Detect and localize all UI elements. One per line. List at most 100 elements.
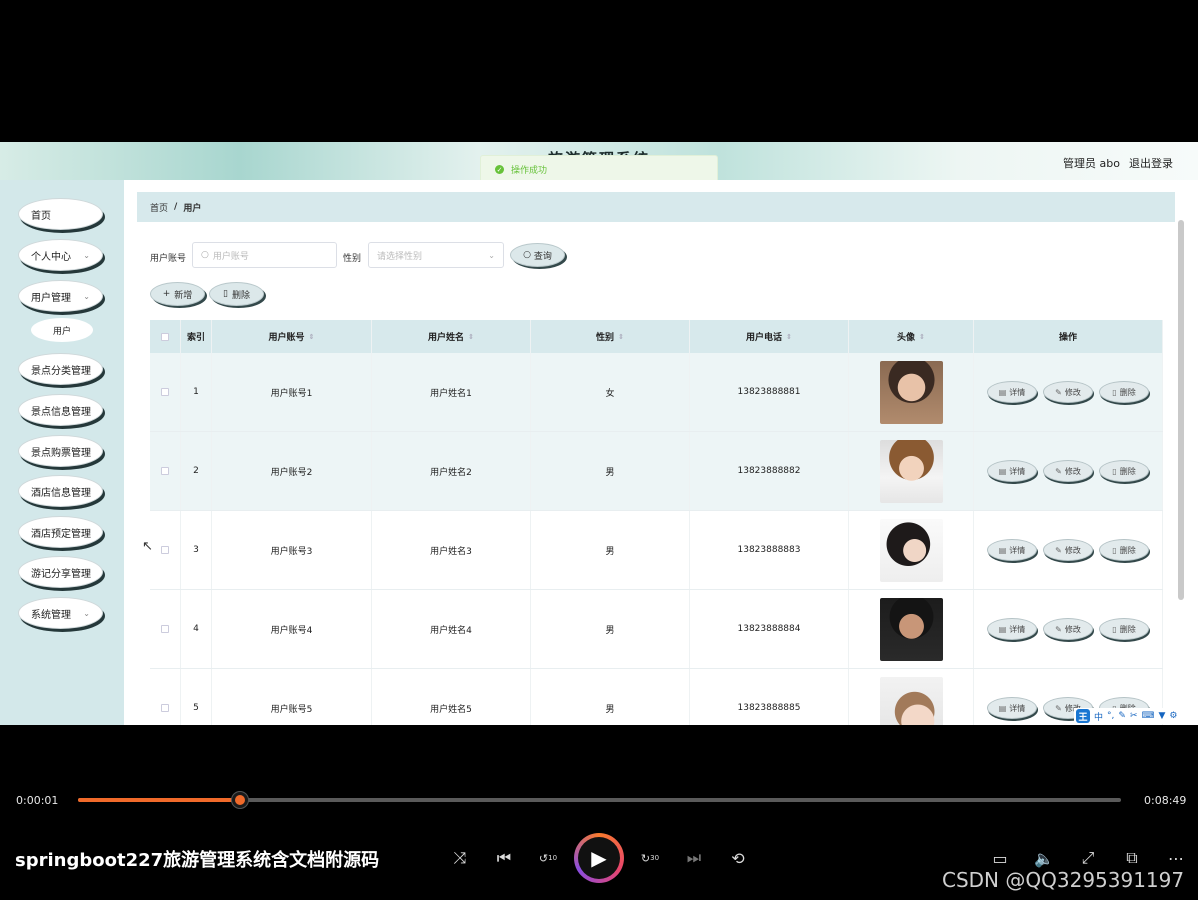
- cell-name: 用户姓名5: [372, 669, 531, 725]
- video-player-screen: 旅游管理系统 管理员 abo 退出登录 ✓ 操作成功 首页 个人中心⌄ 用户管理…: [0, 0, 1198, 900]
- account-placeholder: 用户账号: [212, 251, 249, 262]
- header-name-label: 用户姓名: [428, 333, 465, 343]
- page-scrollbar[interactable]: [1178, 220, 1184, 600]
- edit-button[interactable]: ✎ 修改: [1043, 460, 1093, 482]
- detail-button[interactable]: ▤ 详情: [987, 460, 1037, 482]
- breadcrumb-home[interactable]: 首页: [150, 201, 168, 214]
- detail-button[interactable]: ▤ 详情: [987, 618, 1037, 640]
- sidebar-item-label: 系统管理: [31, 609, 71, 621]
- detail-button[interactable]: ▤ 详情: [987, 381, 1037, 403]
- row-checkbox[interactable]: [161, 704, 169, 712]
- breadcrumb-current: 用户: [183, 203, 202, 214]
- trash-icon: ▯: [223, 289, 228, 299]
- cell-index: 4: [181, 590, 212, 668]
- shirt-icon[interactable]: ▼: [1158, 711, 1165, 721]
- detail-button-label: 详情: [1009, 624, 1026, 634]
- document-icon: ▤: [998, 545, 1007, 555]
- sidebar-item-travel-notes[interactable]: 游记分享管理: [18, 556, 103, 588]
- check-circle-icon: ✓: [495, 165, 504, 174]
- query-button[interactable]: ○ 查询: [510, 243, 565, 267]
- delete-button[interactable]: ▯删除: [1099, 381, 1149, 403]
- delete-button[interactable]: ▯删除: [1099, 539, 1149, 561]
- pencil-icon: ✎: [1055, 387, 1062, 397]
- detail-button[interactable]: ▤ 详情: [987, 697, 1037, 719]
- row-checkbox[interactable]: [161, 625, 169, 633]
- sidebar-item-ticket[interactable]: 景点购票管理: [18, 435, 103, 467]
- sidebar: 首页 个人中心 ⌄ 用户管理 ⌄ 用户 景点分类管理 景点信息管理 景点购票管理 酒…: [0, 180, 124, 725]
- repeat-off-icon[interactable]: ⟲: [726, 846, 750, 870]
- gender-label: 性别: [343, 254, 362, 264]
- cell-phone: 13823888883: [690, 511, 849, 589]
- edit-button[interactable]: ✎ 修改: [1043, 539, 1093, 561]
- detail-button[interactable]: ▤ 详情: [987, 539, 1037, 561]
- cell-phone: 13823888881: [690, 353, 849, 431]
- header-account[interactable]: 用户账号 ⇕: [212, 320, 372, 353]
- punctuation-icon[interactable]: °,: [1107, 711, 1114, 721]
- ime-logo-icon[interactable]: 王: [1076, 709, 1090, 723]
- sidebar-item-user-management[interactable]: 用户管理 ⌄: [18, 280, 103, 312]
- document-icon: ▤: [998, 624, 1007, 634]
- table-row: 4 用户账号4 用户姓名4 男 13823888884 ▤ 详情 ✎ 修改 ▯ 删除: [150, 590, 1163, 669]
- sidebar-item-home[interactable]: 首页: [18, 198, 103, 230]
- cell-avatar: [849, 669, 974, 725]
- subtitles-icon[interactable]: ▭: [988, 846, 1012, 870]
- sidebar-item-profile[interactable]: 个人中心 ⌄: [18, 239, 103, 271]
- shuffle-icon[interactable]: ⤨: [448, 846, 472, 870]
- cell-account: 用户账号1: [212, 353, 372, 431]
- volume-icon[interactable]: 🔈: [1032, 846, 1056, 870]
- sidebar-subitem-users[interactable]: 用户: [31, 318, 93, 342]
- delete-button[interactable]: ▯删除: [1099, 618, 1149, 640]
- sidebar-item-hotel-booking[interactable]: 酒店预定管理: [18, 516, 103, 548]
- gender-select[interactable]: 请选择性别 ⌄: [368, 242, 504, 268]
- pencil-icon: ✎: [1055, 703, 1062, 713]
- forward-30-icon[interactable]: ↻ 30: [638, 846, 662, 870]
- progress-handle[interactable]: [231, 792, 248, 808]
- header-gender-label: 性别: [596, 333, 615, 343]
- more-icon[interactable]: ⋯: [1164, 846, 1188, 870]
- rewind-10-icon[interactable]: ↺ 10: [536, 846, 560, 870]
- row-checkbox[interactable]: [161, 467, 169, 475]
- edit-button[interactable]: ✎ 修改: [1043, 618, 1093, 640]
- play-button[interactable]: ▶: [574, 833, 624, 883]
- avatar: [879, 518, 943, 582]
- cell-account: 用户账号4: [212, 590, 372, 668]
- sidebar-item-scenic-info[interactable]: 景点信息管理: [18, 394, 103, 426]
- header-account-label: 用户账号: [268, 333, 305, 343]
- batch-delete-button[interactable]: ▯ 删除: [209, 282, 264, 306]
- cell-account: 用户账号5: [212, 669, 372, 725]
- search-icon: ○: [201, 250, 209, 260]
- sort-icon: ⇕: [468, 332, 474, 341]
- sidebar-item-hotel-info[interactable]: 酒店信息管理: [18, 475, 103, 507]
- mini-player-icon[interactable]: ⧉: [1120, 846, 1144, 870]
- chevron-down-icon: ⌄: [83, 250, 90, 260]
- header-index: 索引: [181, 320, 212, 353]
- header-phone[interactable]: 用户电话 ⇕: [690, 320, 849, 353]
- sidebar-item-system[interactable]: 系统管理 ⌄: [18, 597, 103, 629]
- cell-actions: ▤详情 ✎修改 ▯删除: [974, 590, 1163, 668]
- previous-icon[interactable]: ⏮: [492, 846, 516, 870]
- logout-link[interactable]: 退出登录: [1129, 155, 1173, 171]
- fullscreen-icon[interactable]: ⤢: [1076, 846, 1100, 870]
- ime-mode[interactable]: 中: [1094, 710, 1103, 723]
- plus-icon: +: [162, 289, 171, 299]
- trash-icon: ▯: [1112, 624, 1117, 634]
- document-icon: ▤: [998, 466, 1007, 476]
- edit-button[interactable]: ✎ 修改: [1043, 381, 1093, 403]
- scissors-icon[interactable]: ✂: [1130, 711, 1138, 721]
- add-button[interactable]: + 新增: [150, 282, 205, 306]
- row-checkbox[interactable]: [161, 388, 169, 396]
- keyboard-icon[interactable]: ⌨: [1141, 711, 1154, 721]
- sidebar-item-scenic-category[interactable]: 景点分类管理: [18, 353, 103, 385]
- progress-track[interactable]: [78, 792, 1121, 808]
- header-phone-label: 用户电话: [746, 333, 783, 343]
- select-all-checkbox[interactable]: [161, 332, 169, 341]
- account-search-input[interactable]: ○ 用户账号: [192, 242, 337, 268]
- header-name[interactable]: 用户姓名 ⇕: [372, 320, 531, 353]
- header-gender[interactable]: 性别 ⇕: [531, 320, 690, 353]
- next-icon[interactable]: ⏭: [682, 846, 706, 870]
- header-avatar[interactable]: 头像 ⇕: [849, 320, 974, 353]
- pen-icon[interactable]: ✎: [1118, 711, 1126, 721]
- delete-button[interactable]: ▯删除: [1099, 460, 1149, 482]
- row-checkbox[interactable]: [161, 546, 169, 554]
- gear-icon[interactable]: ⚙: [1169, 711, 1177, 721]
